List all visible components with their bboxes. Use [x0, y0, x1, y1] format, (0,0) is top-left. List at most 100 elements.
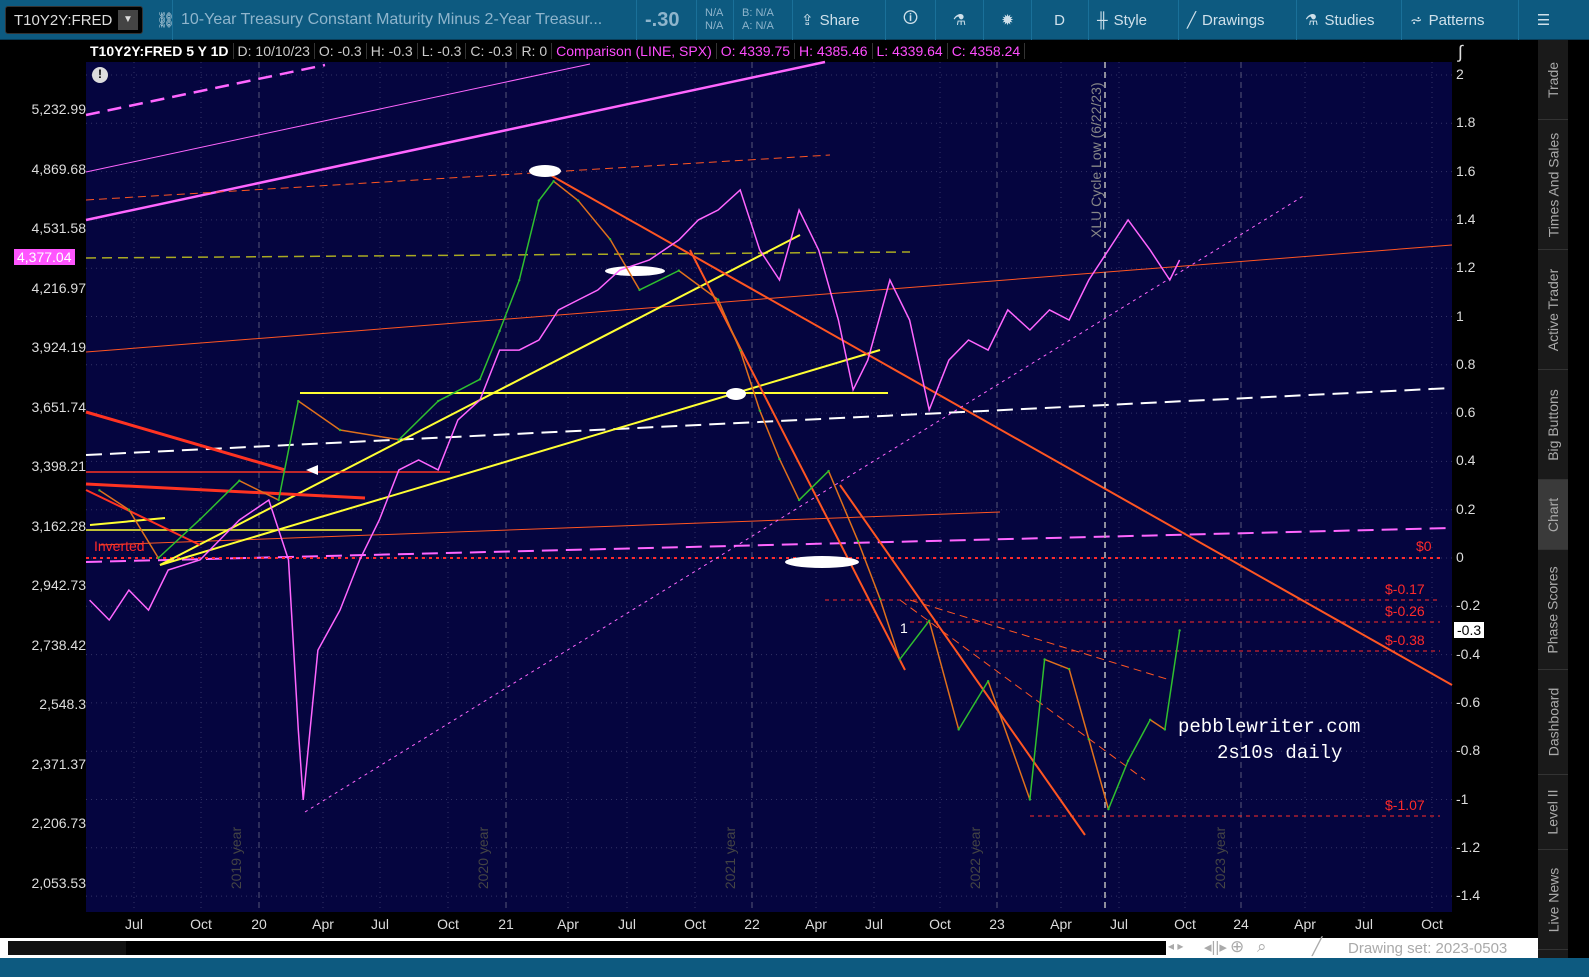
right-axis-tick: 2 — [1456, 66, 1464, 82]
x-axis-tick: 21 — [498, 916, 514, 932]
plot-area — [86, 62, 1452, 912]
spread-point — [537, 199, 541, 202]
tab-dashboard[interactable]: Dashboard — [1538, 670, 1568, 775]
x-axis-tick: Oct — [437, 916, 459, 932]
left-axis-tick: 2,738.42 — [31, 636, 87, 653]
spread-point — [98, 489, 101, 492]
x-axis-tick: 20 — [251, 916, 267, 932]
right-axis-tick: 0.2 — [1456, 500, 1476, 517]
spread-point — [397, 438, 401, 441]
left-axis-tick: 2,942.73 — [31, 577, 87, 593]
spread-price-badge: -0.3 — [1454, 622, 1485, 638]
x-axis-tick: 22 — [744, 916, 760, 932]
x-axis-tick: Oct — [684, 916, 706, 932]
year-2021-watermark: 2021 year — [722, 826, 739, 890]
x-axis-tick: Apr — [557, 916, 579, 932]
spread-point — [1028, 798, 1032, 801]
x-axis-tick: Oct — [929, 916, 951, 932]
scroll-arrows-icon[interactable]: ◂ ▸ — [1168, 939, 1183, 953]
tab-label: Trade — [1545, 61, 1561, 98]
tab-label: Chart — [1545, 497, 1562, 532]
right-axis-tick: -1.4 — [1456, 887, 1481, 904]
spread-point — [1163, 728, 1167, 731]
marker-1: 1 — [900, 620, 908, 636]
right-axis-tick: -0.8 — [1456, 742, 1481, 759]
x-axis-tick: Oct — [1174, 916, 1196, 932]
year-2023-watermark: 2023 year — [1212, 826, 1229, 890]
x-axis-tick: Jul — [371, 916, 389, 932]
spread-point — [552, 180, 555, 183]
right-axis-tick: 1.6 — [1456, 162, 1476, 179]
tab-times-and-sales[interactable]: Times And Sales — [1538, 120, 1568, 250]
x-axis-tick: Jul — [618, 916, 636, 932]
year-2022-watermark: 2022 year — [967, 826, 984, 890]
spread-point — [198, 518, 202, 521]
tab-label: Big Buttons — [1545, 388, 1562, 461]
inverted-label: Inverted — [94, 538, 145, 554]
level-026: $-0.26 — [1385, 603, 1425, 619]
x-axis-tick: 23 — [989, 916, 1005, 932]
spread-point — [518, 279, 521, 282]
crosshair-icon[interactable]: ⊕ — [1230, 937, 1244, 957]
scroll-thumb[interactable] — [126, 941, 1166, 955]
left-axis-tick: 4,216.97 — [31, 279, 87, 296]
right-axis-tick: 0 — [1456, 549, 1464, 565]
spread-point — [638, 288, 641, 292]
left-axis-tick: 2,206.73 — [31, 815, 87, 831]
drawing-tool-icon[interactable]: ╱ — [1312, 937, 1322, 957]
x-axis-tick: Apr — [312, 916, 334, 932]
x-axis-tick: Jul — [865, 916, 883, 932]
tab-label: Level II — [1545, 789, 1562, 835]
left-axis-tick: 4,531.58 — [31, 220, 87, 236]
x-axis-tick: Apr — [1294, 916, 1316, 932]
right-axis-tick: 1.2 — [1456, 259, 1476, 276]
x-axis-tick: Apr — [1050, 916, 1072, 932]
spread-point — [797, 498, 801, 502]
tab-label: Dashboard — [1545, 687, 1561, 757]
spread-point — [1067, 667, 1071, 671]
level-107: $-1.07 — [1385, 797, 1425, 813]
right-axis-tick: 0.6 — [1456, 404, 1476, 421]
spread-point — [1148, 718, 1152, 722]
tab-chart[interactable]: Chart — [1538, 480, 1568, 550]
tab-big-buttons[interactable]: Big Buttons — [1538, 370, 1568, 480]
tab-label: Live News — [1545, 867, 1561, 932]
x-axis-tick: 24 — [1233, 916, 1249, 932]
spread-point — [338, 428, 342, 432]
tab-active-trader[interactable]: Active Trader — [1538, 250, 1568, 370]
scroll-thumb-left[interactable] — [8, 941, 126, 955]
x-axis-tick: Oct — [190, 916, 212, 932]
drawing-set-label[interactable]: Drawing set: 2023-0503 — [1348, 940, 1507, 957]
spread-point — [238, 479, 241, 482]
right-axis-tick: 1.8 — [1456, 114, 1476, 131]
right-axis-tick: 1.4 — [1456, 210, 1476, 227]
spread-point — [957, 728, 960, 731]
spread-point — [898, 658, 901, 661]
xlu-cycle-low-label: XLU Cycle Low (6/22/23) — [1088, 82, 1104, 238]
right-axis-tick: 0.8 — [1456, 355, 1476, 372]
left-axis-tick: 2,371.37 — [31, 755, 87, 772]
tab-label: Phase Scores — [1545, 565, 1562, 654]
tab-label: Active Trader — [1545, 268, 1562, 351]
tab-trade[interactable]: Trade — [1538, 40, 1568, 120]
right-axis-tick: -1.2 — [1456, 838, 1481, 855]
spread-point — [778, 457, 781, 461]
left-axis-tick: 2,053.53 — [31, 874, 87, 891]
alert-icon[interactable]: ! — [92, 67, 108, 83]
tab-phase-scores[interactable]: Phase Scores — [1538, 550, 1568, 670]
left-axis-tick: 5,232.99 — [31, 101, 87, 117]
zoom-icon[interactable]: ⌕ — [1257, 937, 1267, 957]
tab-level-ii[interactable]: Level II — [1538, 775, 1568, 850]
pan-icon[interactable]: ◂||▸ — [1204, 938, 1227, 956]
spread-point — [498, 329, 501, 333]
horizontal-scrollbar[interactable]: ◂ ▸ ◂||▸ ⊕ ⌕ ╱ Drawing set: 2023-0503 — [0, 937, 1538, 958]
spread-point — [758, 409, 762, 412]
year-2019-watermark: 2019 year — [228, 826, 245, 890]
right-axis-tick: -0.2 — [1456, 597, 1481, 614]
spread-point — [738, 349, 742, 352]
tab-live-news[interactable]: Live News — [1538, 850, 1568, 950]
spread-point — [1043, 658, 1046, 661]
spread-point — [157, 556, 160, 560]
spread-point — [928, 619, 931, 622]
x-axis-tick: Jul — [1355, 916, 1373, 932]
